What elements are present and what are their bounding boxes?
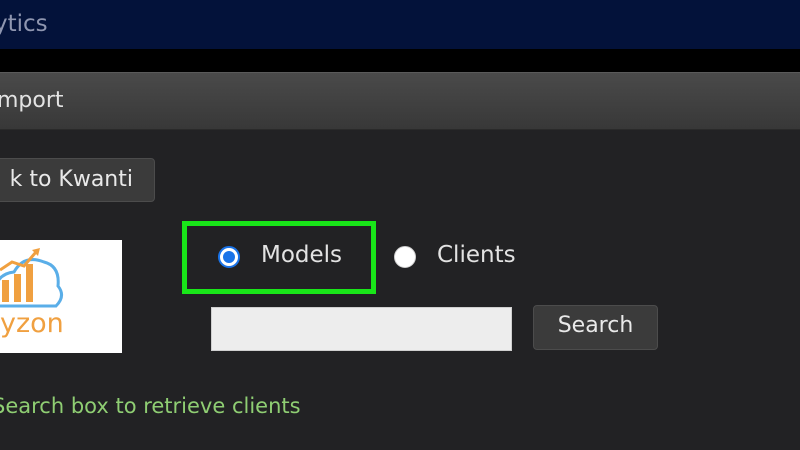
back-button-label: k to Kwanti (9, 167, 133, 192)
search-button[interactable]: Search (533, 305, 658, 350)
app-title: ytics (0, 11, 48, 37)
search-input[interactable] (211, 307, 512, 351)
radio-label-models: Models (261, 242, 343, 268)
dialog-title: mport (0, 88, 64, 113)
import-dialog: mport k to Kwanti yzon Models Clients Se… (0, 72, 800, 450)
radio-button-models[interactable] (218, 246, 240, 268)
dialog-header: mport (0, 72, 800, 130)
help-text: Search box to retrieve clients (0, 394, 301, 418)
logo-text: yzon (0, 308, 64, 339)
search-button-label: Search (557, 313, 634, 338)
company-logo: yzon (0, 240, 122, 353)
radio-label-clients: Clients (437, 242, 516, 268)
back-to-kwanti-button[interactable]: k to Kwanti (0, 158, 155, 202)
radio-button-clients[interactable] (394, 246, 416, 268)
app-title-bar: ytics (0, 0, 800, 49)
